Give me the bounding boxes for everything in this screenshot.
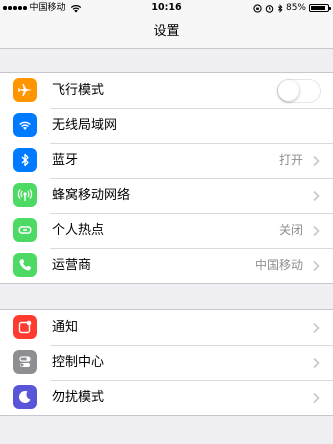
row-label: 控制中心: [52, 355, 105, 370]
toggle-knob: [278, 80, 299, 101]
bluetooth-status-icon: [277, 3, 283, 13]
row-value: 中国移动: [254, 258, 303, 272]
notification-icon: [13, 315, 37, 339]
row-value: 关闭: [278, 223, 303, 237]
row-personal-hotspot[interactable]: 个人热点 关闭: [0, 213, 333, 248]
row-airplane-mode[interactable]: 飞行模式: [0, 73, 333, 108]
status-bar: 中国移动 10:16 85%: [0, 0, 333, 16]
row-bluetooth[interactable]: 蓝牙 打开: [0, 143, 333, 178]
chevron-right-icon: [313, 225, 320, 237]
airplane-mode-toggle[interactable]: [277, 79, 321, 103]
phone-icon: [13, 253, 37, 277]
row-label: 飞行模式: [52, 83, 105, 98]
battery-icon: [309, 4, 331, 12]
chevron-right-icon: [313, 322, 320, 334]
row-wifi[interactable]: 无线局域网: [0, 108, 333, 143]
page-title: 设置: [153, 24, 180, 39]
battery-percent: 85%: [285, 3, 306, 13]
row-label: 蜂窝移动网络: [52, 188, 131, 203]
airplane-icon: [13, 78, 37, 102]
orientation-lock-icon: [253, 3, 262, 13]
row-value: 打开: [278, 153, 303, 167]
row-control-center[interactable]: 控制中心: [0, 345, 333, 380]
moon-icon: [13, 385, 37, 409]
cellular-icon: [13, 183, 37, 207]
status-right: 85%: [253, 0, 331, 16]
row-label: 勿扰模式: [52, 390, 105, 405]
row-do-not-disturb[interactable]: 勿扰模式: [0, 380, 333, 415]
settings-group-system: 通知 控制中心 勿扰模式: [0, 309, 333, 416]
chevron-right-icon: [313, 155, 320, 167]
wifi-icon: [13, 113, 37, 137]
row-notifications[interactable]: 通知: [0, 310, 333, 345]
row-label: 个人热点: [52, 223, 105, 238]
nav-bar: 设置: [0, 16, 333, 49]
control-center-icon: [13, 350, 37, 374]
bluetooth-icon: [13, 148, 37, 172]
settings-group-connectivity: 飞行模式 无线局域网 蓝牙 打开 蜂窝移动网络 个人热点 关闭 运营商 中国移动: [0, 72, 333, 284]
row-label: 通知: [52, 320, 79, 335]
chevron-right-icon: [313, 190, 320, 202]
row-label: 无线局域网: [52, 118, 118, 133]
row-carrier[interactable]: 运营商 中国移动: [0, 248, 333, 283]
row-label: 运营商: [52, 258, 92, 273]
chevron-right-icon: [313, 357, 320, 369]
chevron-right-icon: [313, 392, 320, 404]
row-cellular[interactable]: 蜂窝移动网络: [0, 178, 333, 213]
hotspot-icon: [13, 218, 37, 242]
alarm-icon: [265, 4, 274, 13]
chevron-right-icon: [313, 260, 320, 272]
row-label: 蓝牙: [52, 153, 79, 168]
